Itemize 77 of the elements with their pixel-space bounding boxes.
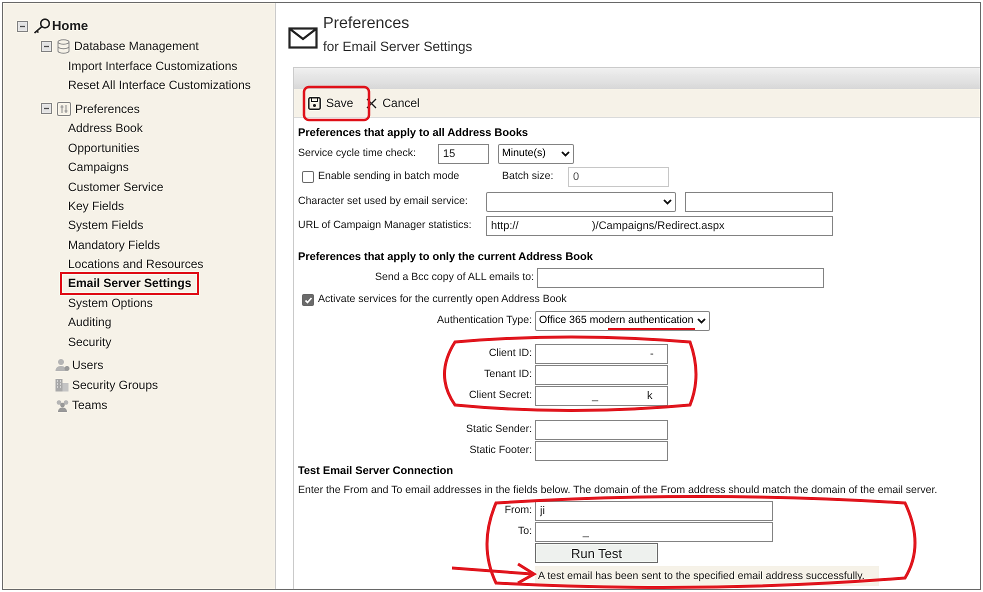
close-icon (366, 98, 378, 108)
chevron-down-icon (561, 151, 570, 157)
user-icon (55, 358, 70, 372)
tree-item[interactable]: Locations and Resources (68, 255, 204, 274)
tree-root-label[interactable]: Home (52, 16, 88, 36)
tree-item[interactable]: Address Book (68, 119, 143, 138)
tree-item[interactable]: Security (68, 332, 112, 351)
tree-node[interactable]: Users (72, 356, 104, 374)
tree-item[interactable]: Auditing (68, 313, 112, 332)
page-title: Preferences (323, 14, 410, 34)
team-icon (55, 398, 70, 412)
checkbox[interactable] (302, 171, 314, 183)
tree-node[interactable]: Security Groups (72, 376, 158, 394)
input-field[interactable] (685, 192, 833, 212)
page-subtitle: for Email Server Settings (323, 38, 472, 56)
tree-item[interactable]: Import Interface Customizations (68, 56, 238, 75)
chevron-down-icon (697, 318, 706, 324)
field-label: To: (516, 524, 533, 539)
save-button[interactable]: Save (308, 94, 354, 112)
collapse-icon[interactable] (41, 40, 52, 52)
field-label: Authentication Type: (436, 313, 533, 328)
dropdown-select[interactable]: Minute(s) (498, 144, 574, 164)
field-label: URL of Campaign Manager statistics: (298, 218, 473, 234)
input-field[interactable] (535, 420, 668, 440)
cancel-button[interactable]: Cancel (366, 94, 420, 112)
tree-item[interactable]: Key Fields (68, 197, 124, 216)
tree-item[interactable]: System Fields (68, 216, 144, 234)
tree-item[interactable]: Email Server Settings (60, 272, 200, 296)
input-field[interactable] (535, 440, 668, 460)
field-label: Static Sender: (465, 422, 533, 437)
section-heading: Test Email Server Connection (298, 464, 454, 479)
success-message: A test email has been sent to the specified email address successfully. (535, 566, 879, 586)
section-heading: Preferences that apply to all Address Books (298, 126, 530, 141)
tree-item[interactable]: Campaigns (68, 158, 129, 176)
building-icon (55, 378, 69, 392)
tree-item[interactable]: Reset All Interface Customizations (68, 76, 251, 94)
field-label: Character set used by email service: (298, 194, 469, 209)
input-field[interactable] (535, 364, 668, 384)
sliders-icon (57, 102, 71, 116)
collapse-icon[interactable] (41, 103, 52, 114)
database-icon (57, 38, 70, 54)
instruction-text: Enter the From and To email addresses in the fields below. The domain of the From address should match the domain of the email server. (298, 483, 938, 498)
field-label: Batch size: (502, 169, 554, 184)
url-field[interactable]: http:// )/Campaigns/Redirect.aspx (486, 216, 833, 236)
field-label: Static Footer: (468, 442, 533, 458)
checkbox-label: Activate services for the currently open Address Book (318, 292, 567, 308)
field-label: Tenant ID: (483, 366, 533, 382)
section-heading: Preferences that apply to only the current Address Book (298, 250, 594, 265)
field-label: Client Secret: (468, 388, 533, 403)
tree-node[interactable]: Teams (72, 396, 108, 414)
tree-node[interactable]: Preferences (75, 100, 140, 118)
field-label: From: (504, 502, 533, 518)
dropdown-select[interactable] (486, 192, 676, 212)
email-field[interactable] (537, 268, 824, 288)
checkbox-label: Enable sending in batch mode (318, 169, 460, 184)
checkbox[interactable] (302, 294, 314, 306)
input-field[interactable]: _ k (535, 386, 668, 406)
annotation-box (302, 86, 370, 122)
email-field[interactable]: _ (535, 522, 773, 542)
run-test-button[interactable]: Run Test (535, 543, 658, 563)
tree-item[interactable]: System Options (68, 294, 153, 312)
dropdown-select[interactable]: Office 365 modern authentication (535, 311, 710, 331)
envelope-icon (288, 27, 318, 49)
chevron-down-icon (663, 198, 672, 204)
collapse-icon[interactable] (17, 20, 28, 32)
key-icon (33, 18, 51, 34)
input-field[interactable]: 0 (568, 167, 669, 187)
input-field[interactable]: - (535, 344, 668, 364)
tree-node[interactable]: Database Management (74, 37, 199, 55)
field-label: Send a Bcc copy of ALL emails to: (374, 270, 535, 286)
field-label: Service cycle time check: (298, 146, 417, 162)
input-field[interactable]: 15 (438, 144, 489, 164)
email-field[interactable]: ji (535, 500, 773, 520)
tree-item[interactable]: Customer Service (68, 178, 164, 196)
field-label: Client ID: (488, 346, 533, 361)
tree-item[interactable]: Opportunities (68, 138, 140, 157)
tree-item[interactable]: Mandatory Fields (68, 236, 160, 254)
